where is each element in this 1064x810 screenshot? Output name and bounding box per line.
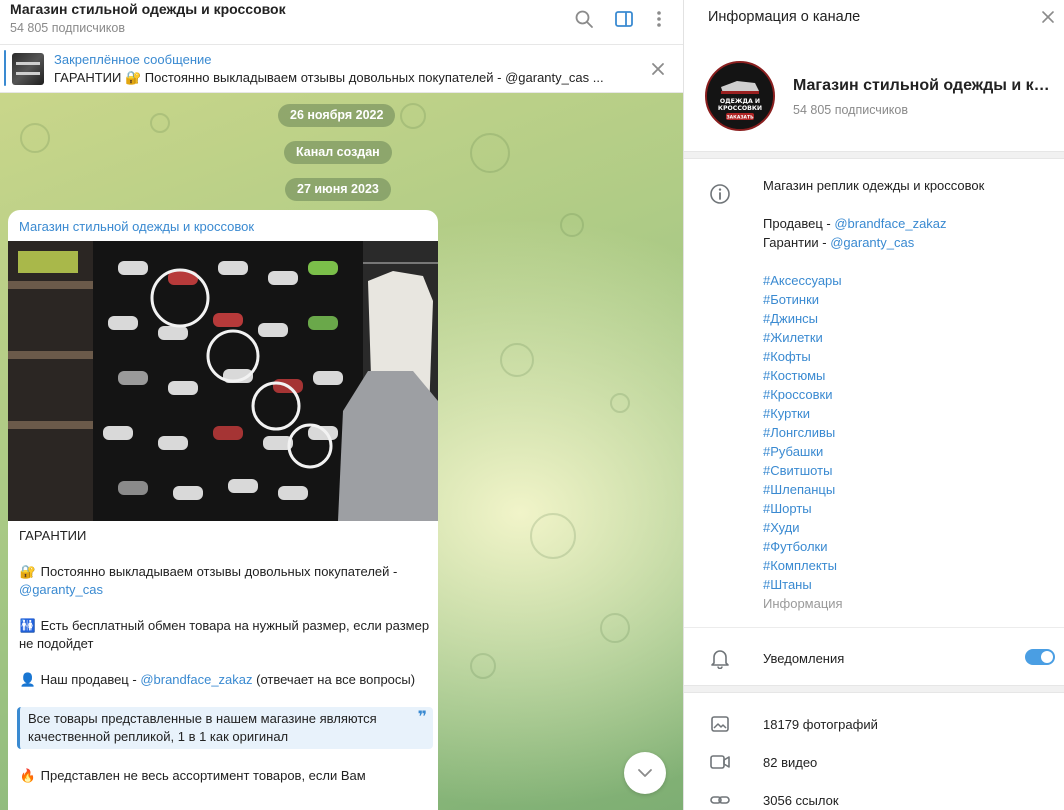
toggle-info-panel-button[interactable]: [612, 7, 636, 31]
media-photos-link[interactable]: 18179 фотографий: [763, 717, 878, 732]
chevron-down-icon: [638, 769, 652, 777]
restroom-icon: 🚻: [19, 618, 37, 633]
info-panel-title: Информация о канале: [708, 9, 861, 25]
fire-icon: 🔥: [19, 768, 37, 783]
about-text: Магазин реплик одежды и кроссовок: [763, 178, 985, 193]
quote-icon: ❞: [417, 709, 427, 726]
channel-description: Магазин реплик одежды и кроссовок Продав…: [763, 176, 1053, 613]
pinned-indicator: [4, 50, 6, 86]
hashtag[interactable]: #Жилетки: [763, 328, 1053, 347]
link-icon: [708, 788, 732, 810]
hashtag[interactable]: #Худи: [763, 518, 1053, 537]
post-quote: Все товары представленные в нашем магази…: [17, 707, 433, 749]
section-divider: [684, 685, 1064, 693]
search-button[interactable]: [572, 7, 596, 31]
post-author[interactable]: Магазин стильной одежды и кроссовок: [19, 219, 254, 234]
sidebar-panel-icon: [615, 11, 633, 27]
hashtag[interactable]: #Шорты: [763, 499, 1053, 518]
pinned-text: ГАРАНТИИ 🔐 Постоянно выкладываем отзывы …: [54, 70, 604, 85]
video-icon: [708, 750, 732, 774]
hashtag[interactable]: #Кроссовки: [763, 385, 1053, 404]
section-divider: [684, 151, 1064, 159]
post-guarantees-heading: ГАРАНТИИ: [19, 528, 87, 543]
quote-text: Все товары представленные в нашем магази…: [28, 711, 377, 744]
assortment-text: Представлен не весь ассортимент товаров,…: [40, 768, 366, 783]
hashtag[interactable]: #Штаны: [763, 575, 1053, 594]
date-separator: 26 ноября 2022: [278, 104, 396, 127]
reviews-link[interactable]: @garanty_cas: [19, 582, 103, 597]
about-section-label: Информация: [763, 596, 843, 611]
seller-suffix: (отвечает на все вопросы): [252, 672, 416, 687]
channel-created-label: Канал создан: [284, 141, 392, 164]
hashtag[interactable]: #Джинсы: [763, 309, 1053, 328]
media-videos-link[interactable]: 82 видео: [763, 755, 817, 770]
hashtag[interactable]: #Куртки: [763, 404, 1053, 423]
hashtag[interactable]: #Рубашки: [763, 442, 1053, 461]
channel-info-panel: Информация о канале ОДЕЖДА И КРОССОВКИ З…: [683, 0, 1064, 810]
close-pinned-button[interactable]: [646, 57, 670, 81]
post-photo[interactable]: [8, 241, 438, 521]
hashtag[interactable]: #Комплекты: [763, 556, 1053, 575]
seller-link[interactable]: @brandface_zakaz: [140, 672, 252, 687]
pinned-title: Закреплённое сообщение: [54, 52, 212, 67]
scroll-to-bottom-button[interactable]: [624, 752, 666, 794]
hashtag[interactable]: #Костюмы: [763, 366, 1053, 385]
chat-title[interactable]: Магазин стильной одежды и кроссовок: [10, 1, 286, 17]
reviews-text: Постоянно выкладываем отзывы довольных п…: [40, 564, 398, 579]
hashtag[interactable]: #Лонгсливы: [763, 423, 1053, 442]
chat-panel: Магазин стильной одежды и кроссовок 54 8…: [0, 0, 683, 810]
notifications-toggle[interactable]: [1025, 649, 1055, 665]
guarantee-link[interactable]: @garanty_cas: [830, 235, 914, 250]
post-assortment-line: 🔥 Представлен не весь ассортимент товаро…: [19, 767, 431, 785]
svg-text:ЗАКАЗАТЬ: ЗАКАЗАТЬ: [726, 115, 754, 121]
more-vertical-icon: [657, 11, 661, 27]
pinned-thumbnail: [12, 53, 44, 85]
post-text: ГАРАНТИИ 🔐 Постоянно выкладываем отзывы …: [17, 527, 433, 803]
channel-name: Магазин стильной одежды и кроссовок: [793, 77, 1057, 94]
pinned-message-bar[interactable]: Закреплённое сообщение ГАРАНТИИ 🔐 Постоя…: [0, 45, 683, 93]
close-icon: [652, 63, 664, 75]
post-reviews-line: 🔐 Постоянно выкладываем отзывы довольных…: [19, 563, 431, 599]
notifications-label: Уведомления: [763, 651, 845, 666]
sneaker-wall-photo: [8, 241, 438, 521]
channel-subscribers: 54 805 подписчиков: [793, 103, 909, 117]
hashtag[interactable]: #Ботинки: [763, 290, 1053, 309]
hashtag[interactable]: #Кофты: [763, 347, 1053, 366]
post-exchange-line: 🚻 Есть бесплатный обмен товара на нужный…: [19, 617, 431, 653]
svg-text:КРОССОВКИ: КРОССОВКИ: [718, 105, 762, 112]
bell-icon: [708, 646, 732, 670]
row-divider: [684, 627, 1064, 628]
guarantee-line: Гарантии - @garanty_cas: [763, 233, 1053, 252]
channel-logo: ОДЕЖДА И КРОССОВКИ ЗАКАЗАТЬ: [707, 63, 773, 129]
date-separator: 27 июня 2023: [285, 178, 391, 201]
post-seller-line: 👤 Наш продавец - @brandface_zakaz (отвеч…: [19, 671, 431, 689]
close-icon: [1042, 11, 1054, 23]
hashtag[interactable]: #Шлепанцы: [763, 480, 1053, 499]
channel-post: Магазин стильной одежды и кроссовок ГАРА…: [8, 210, 438, 810]
svg-text:ОДЕЖДА И: ОДЕЖДА И: [720, 98, 760, 105]
chat-subscribers: 54 805 подписчиков: [10, 21, 126, 35]
guarantee-prefix: Гарантии -: [763, 235, 831, 250]
seller-prefix: Продавец -: [763, 216, 835, 231]
info-icon: [708, 182, 732, 206]
chat-header: Магазин стильной одежды и кроссовок 54 8…: [0, 0, 683, 45]
search-icon: [575, 10, 593, 28]
more-menu-button[interactable]: [647, 7, 671, 31]
seller-line: Продавец - @brandface_zakaz: [763, 214, 1053, 233]
hashtag[interactable]: #Аксессуары: [763, 271, 1053, 290]
lock-icon: 🔐: [19, 564, 37, 579]
channel-avatar[interactable]: ОДЕЖДА И КРОССОВКИ ЗАКАЗАТЬ: [705, 61, 775, 131]
hashtag[interactable]: #Футболки: [763, 537, 1053, 556]
hashtag[interactable]: #Свитшоты: [763, 461, 1053, 480]
photo-icon: [708, 712, 732, 736]
seller-link[interactable]: @brandface_zakaz: [834, 216, 946, 231]
seller-text: Наш продавец -: [40, 672, 141, 687]
media-links-link[interactable]: 3056 ссылок: [763, 793, 839, 808]
user-icon: 👤: [19, 672, 37, 687]
exchange-text: Есть бесплатный обмен товара на нужный р…: [19, 618, 430, 651]
close-info-panel-button[interactable]: [1036, 5, 1060, 29]
